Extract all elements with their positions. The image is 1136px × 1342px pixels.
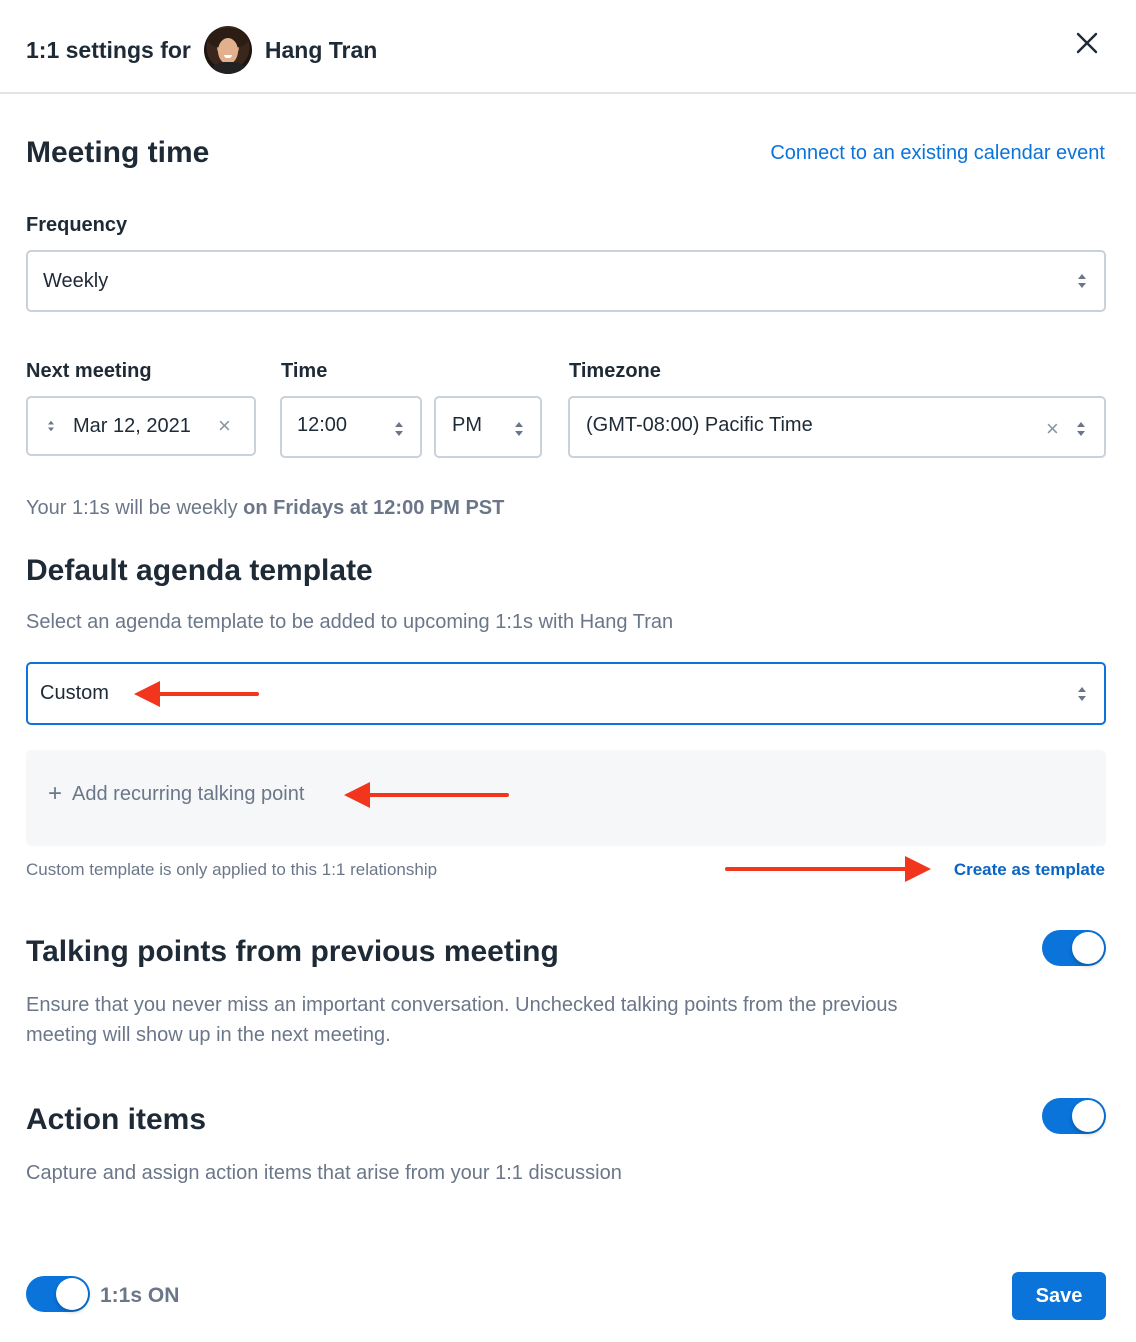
schedule-summary-prefix: Your 1:1s will be weekly (26, 497, 238, 519)
select-arrows-icon (395, 422, 403, 436)
save-button[interactable]: Save (1012, 1272, 1106, 1320)
toggle-knob (56, 1278, 88, 1310)
clear-date-icon[interactable]: × (218, 415, 231, 437)
annotation-arrow-left-icon (134, 681, 259, 707)
select-arrows-icon (515, 422, 523, 436)
recurring-talking-points-box: + Add recurring talking point (26, 750, 1106, 846)
talking-points-toggle[interactable] (1042, 930, 1106, 966)
frequency-select[interactable]: Weekly (26, 250, 1106, 312)
toggle-knob (1072, 932, 1104, 964)
create-as-template-link[interactable]: Create as template (954, 860, 1105, 880)
timezone-label: Timezone (569, 360, 661, 382)
timezone-value: (GMT-08:00) Pacific Time (586, 414, 813, 436)
connect-calendar-link[interactable]: Connect to an existing calendar event (770, 142, 1105, 165)
time-select[interactable]: 12:00 (280, 396, 422, 458)
action-items-toggle[interactable] (1042, 1098, 1106, 1134)
title-prefix: 1:1 settings for (26, 36, 191, 63)
annotation-arrow-left-icon (344, 782, 509, 808)
custom-template-note: Custom template is only applied to this … (26, 860, 438, 879)
action-items-description: Capture and assign action items that ari… (26, 1162, 622, 1184)
toggle-knob (1072, 1100, 1104, 1132)
frequency-label: Frequency (26, 214, 128, 236)
time-value: 12:00 (297, 414, 348, 436)
time-label: Time (281, 360, 328, 382)
add-recurring-talking-point-button[interactable]: + Add recurring talking point (48, 782, 304, 806)
next-meeting-value: Mar 12, 2021 (73, 414, 191, 437)
select-arrows-icon (1078, 686, 1086, 701)
frequency-value: Weekly (43, 269, 109, 292)
next-meeting-datepicker[interactable]: Mar 12, 2021 × (26, 396, 256, 456)
plus-icon: + (48, 780, 63, 807)
talking-points-description-line2: meeting will show up in the next meeting… (26, 1024, 391, 1046)
meeting-time-heading: Meeting time (26, 136, 210, 169)
action-items-heading: Action items (26, 1103, 207, 1136)
annotation-arrow-right-icon (725, 856, 931, 882)
user-avatar (203, 26, 252, 74)
person-name: Hang Tran (264, 36, 378, 63)
close-button[interactable] (1072, 28, 1102, 58)
ampm-select[interactable]: PM (434, 396, 542, 458)
date-stepper-icon (48, 420, 54, 432)
agenda-heading: Default agenda template (26, 554, 373, 587)
timezone-select[interactable]: (GMT-08:00) Pacific Time × (568, 396, 1106, 458)
select-arrows-icon (1078, 274, 1086, 288)
talking-points-description: Ensure that you never miss an important … (26, 990, 898, 1050)
agenda-description: Select an agenda template to be added to… (26, 611, 674, 633)
select-arrows-icon (1077, 422, 1085, 436)
close-icon (1076, 32, 1098, 54)
one-on-ones-status-label: 1:1s ON (100, 1284, 180, 1307)
ampm-value: PM (452, 414, 482, 436)
next-meeting-label: Next meeting (26, 360, 152, 382)
modal-title: 1:1 settings for Hang Tran (26, 26, 377, 74)
clear-timezone-icon[interactable]: × (1046, 418, 1059, 440)
one-on-ones-toggle[interactable] (26, 1276, 90, 1312)
add-recurring-talking-point-label: Add recurring talking point (72, 782, 305, 805)
schedule-summary: Your 1:1s will be weekly on Fridays at 1… (26, 497, 504, 520)
schedule-summary-bold: on Fridays at 12:00 PM PST (243, 497, 505, 519)
agenda-template-value: Custom (40, 682, 109, 704)
modal-header: 1:1 settings for Hang Tran (0, 0, 1136, 94)
talking-points-heading: Talking points from previous meeting (26, 935, 559, 968)
talking-points-description-line1: Ensure that you never miss an important … (26, 994, 898, 1016)
